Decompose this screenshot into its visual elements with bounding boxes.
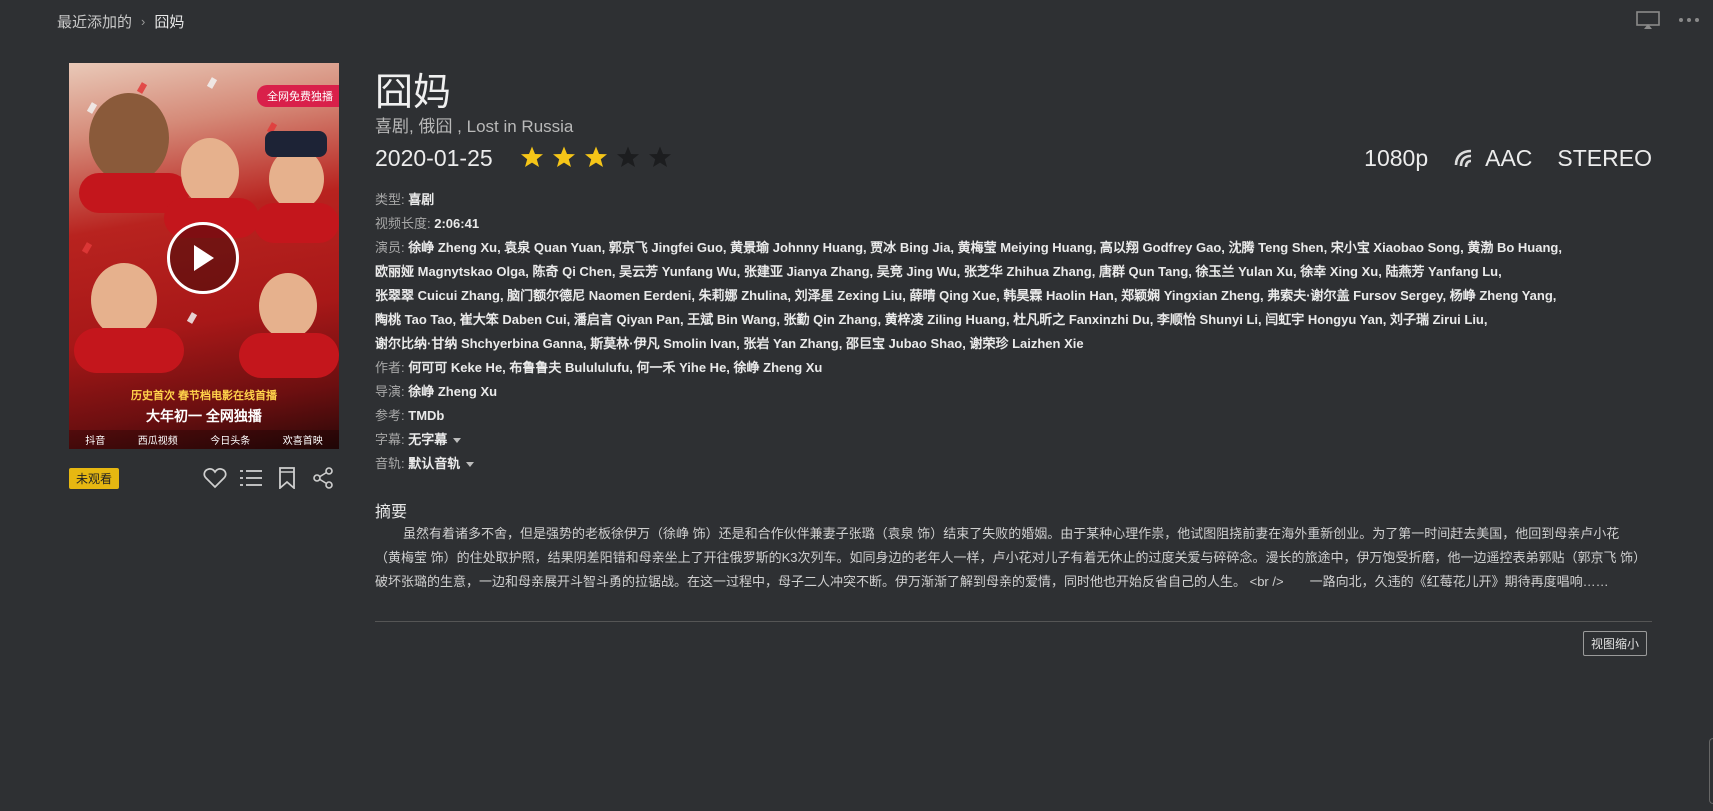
heart-icon[interactable] — [202, 465, 227, 490]
collapse-view-button[interactable]: 视图缩小 — [1583, 631, 1648, 656]
audio-channels: STEREO — [1557, 145, 1652, 171]
rating-stars[interactable] — [520, 145, 672, 169]
chevron-down-icon[interactable] — [453, 438, 462, 444]
status-badge: 未观看 — [69, 468, 120, 489]
share-icon[interactable] — [310, 465, 335, 490]
more-dots-icon[interactable] — [1677, 10, 1701, 30]
poster-logo: 今日头条 — [210, 436, 251, 447]
metadata: 类型: 喜剧 视频长度: 2:06:41 演员: 徐峥 Zheng Xu, 袁泉… — [375, 188, 1645, 476]
audio-wave-icon — [1454, 149, 1472, 167]
cast-line[interactable]: 张翠翠 Cuicui Zhang, 脑门额尔德尼 Naomen Eerdeni,… — [375, 284, 1645, 308]
divider — [375, 621, 1652, 622]
meta-type-label: 类型: — [375, 192, 405, 207]
audio-codec-label: AAC — [1485, 145, 1533, 171]
cast-line[interactable]: 谢尔比纳·甘纳 Shchyerbina Ganna, 斯莫林·伊凡 Smolin… — [375, 332, 1645, 356]
meta-writer-label: 作者: — [375, 360, 405, 375]
action-bar — [202, 465, 335, 490]
star-filled-icon[interactable] — [552, 145, 576, 169]
scroll-handle[interactable] — [1709, 738, 1713, 804]
poster-badge: 全网免费独播 — [257, 85, 339, 107]
meta-reference-label: 参考: — [375, 408, 405, 423]
poster-tagline-2: 大年初一 全网独播 — [146, 408, 262, 424]
cast-line[interactable]: 欧丽娅 Magnytskao Olga, 陈奇 Qi Chen, 吴云芳 Yun… — [375, 260, 1645, 284]
meta-director-label: 导演: — [375, 384, 405, 399]
poster-logo: 西瓜视频 — [137, 436, 178, 447]
subtitle-select[interactable]: 无字幕 — [408, 432, 447, 447]
movie-poster[interactable]: 全网免费独播 历史首次 春节档电影在线首播 大年初一 全网独播 抖音 西瓜视频 … — [69, 63, 339, 449]
movie-genres: 喜剧, 俄囧 , Lost in Russia — [375, 117, 574, 136]
cast-line[interactable]: 徐峥 Zheng Xu, 袁泉 Quan Yuan, 郭京飞 Jingfei G… — [408, 240, 1562, 255]
star-empty-icon[interactable] — [648, 145, 672, 169]
resolution: 1080p — [1364, 145, 1429, 171]
chevron-down-icon[interactable] — [466, 462, 475, 468]
screen-cast-icon[interactable] — [1636, 10, 1660, 30]
poster-logo: 欢喜首映 — [282, 436, 323, 447]
meta-audio-track[interactable]: 音轨: 默认音轨 — [375, 452, 1645, 476]
meta-director: 导演: 徐峥 Zheng Xu — [375, 380, 1645, 404]
breadcrumb: 最近添加的 › 囧妈 — [57, 11, 184, 32]
meta-length-value: 2:06:41 — [434, 216, 480, 231]
meta-writer: 作者: 何可可 Keke He, 布鲁鲁夫 Bulululufu, 何一禾 Yi… — [375, 356, 1645, 380]
star-filled-icon[interactable] — [584, 145, 608, 169]
top-bar: 最近添加的 › 囧妈 — [0, 0, 1713, 42]
breadcrumb-separator: › — [141, 14, 146, 29]
star-filled-icon[interactable] — [520, 145, 544, 169]
meta-director-value[interactable]: 徐峥 Zheng Xu — [408, 384, 497, 399]
meta-cast-label: 演员: — [375, 240, 405, 255]
breadcrumb-parent[interactable]: 最近添加的 — [57, 11, 132, 32]
audio-codec: AAC — [1453, 145, 1532, 172]
meta-subtitle-label: 字幕: — [375, 432, 405, 447]
play-button[interactable] — [167, 222, 239, 294]
poster-tagline-1: 历史首次 春节档电影在线首播 — [130, 390, 278, 402]
meta-writer-value[interactable]: 何可可 Keke He, 布鲁鲁夫 Bulululufu, 何一禾 Yihe H… — [408, 360, 822, 375]
cast-line[interactable]: 陶桃 Tao Tao, 崔大笨 Daben Cui, 潘启言 Qiyan Pan… — [375, 308, 1645, 332]
summary-heading: 摘要 — [375, 504, 408, 521]
meta-reference: 参考: TMDb — [375, 404, 1645, 428]
play-icon — [194, 245, 214, 271]
breadcrumb-current: 囧妈 — [154, 14, 185, 31]
meta-subtitle[interactable]: 字幕: 无字幕 — [375, 428, 1645, 452]
meta-reference-value[interactable]: TMDb — [408, 408, 444, 423]
poster-logo: 抖音 — [85, 436, 106, 447]
list-icon[interactable] — [238, 465, 263, 490]
meta-audio-label: 音轨: — [375, 456, 405, 471]
bookmark-icon[interactable] — [274, 465, 299, 490]
meta-length: 视频长度: 2:06:41 — [375, 212, 1645, 236]
media-info: 1080p AAC STEREO — [1364, 145, 1652, 172]
poster-logos: 抖音 西瓜视频 今日头条 欢喜首映 — [69, 430, 339, 449]
summary-text: 虽然有着诸多不舍，但是强势的老板徐伊万（徐峥 饰）还是和合作伙伴兼妻子张璐（袁泉… — [375, 526, 1640, 589]
meta-cast: 演员: 徐峥 Zheng Xu, 袁泉 Quan Yuan, 郭京飞 Jingf… — [375, 236, 1645, 260]
meta-type: 类型: 喜剧 — [375, 188, 1645, 212]
meta-length-label: 视频长度: — [375, 216, 431, 231]
audio-track-select[interactable]: 默认音轨 — [408, 456, 460, 471]
meta-type-value[interactable]: 喜剧 — [408, 192, 434, 207]
star-empty-icon[interactable] — [616, 145, 640, 169]
movie-title: 囧妈 — [375, 72, 452, 114]
release-date: 2020-01-25 — [375, 145, 493, 171]
